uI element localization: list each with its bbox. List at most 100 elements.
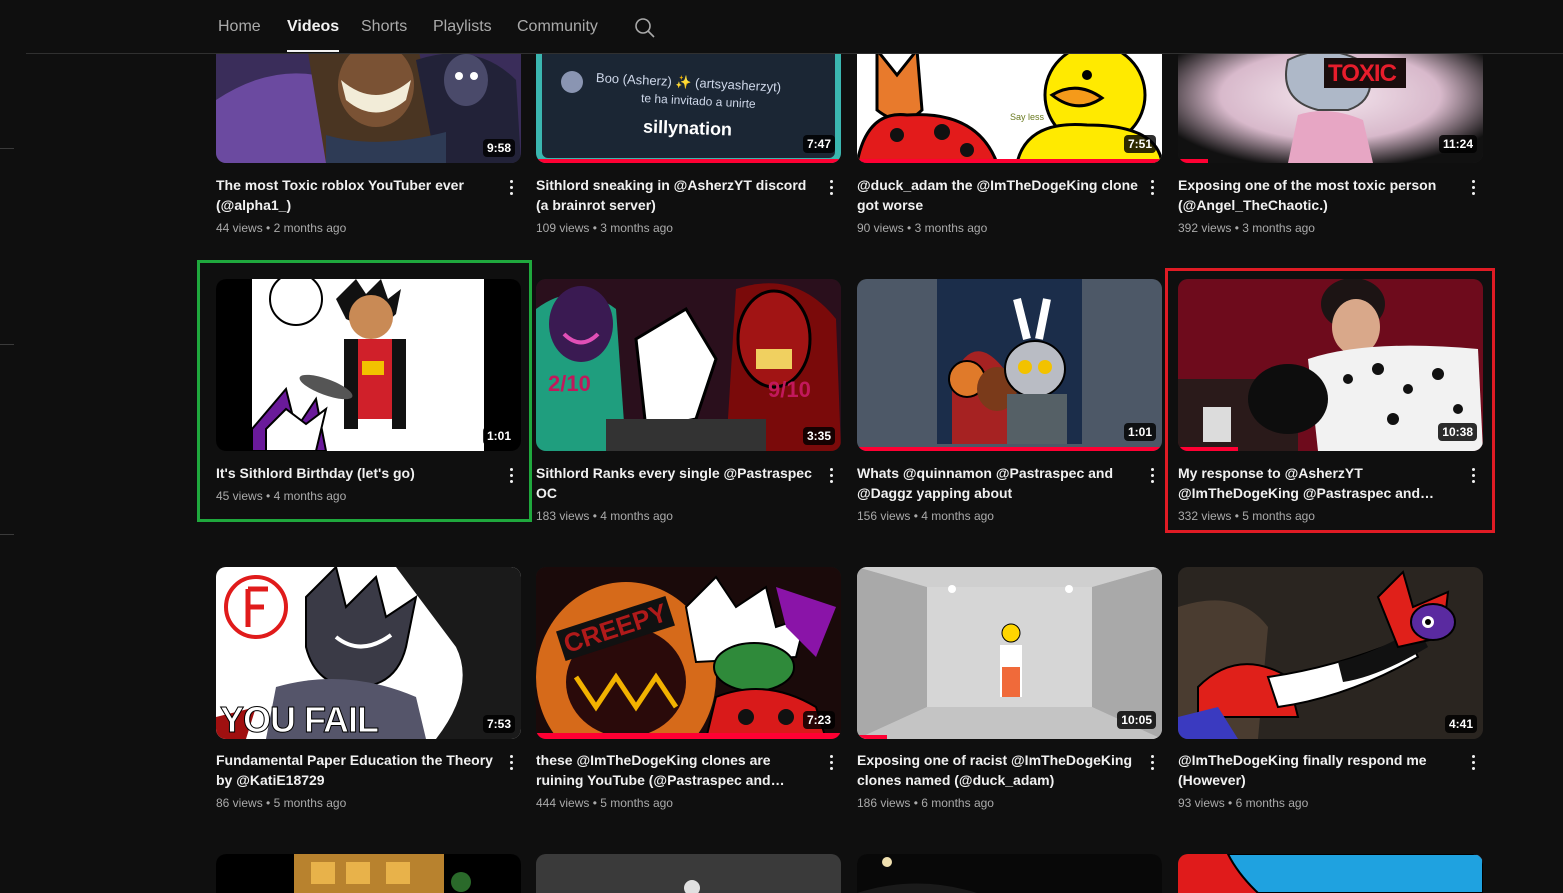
- upload-age: 4 months ago: [273, 489, 347, 503]
- more-actions-icon[interactable]: [1142, 750, 1162, 774]
- video-title[interactable]: Exposing one of racist @ImTheDogeKing cl…: [857, 750, 1139, 790]
- video-title[interactable]: @duck_adam the @ImTheDogeKing clone got …: [857, 175, 1139, 215]
- video-meta: Sithlord sneaking in @AsherzYT discord (…: [536, 175, 841, 235]
- upload-age: 4 months ago: [600, 509, 673, 523]
- thumb-caption: YOU FAIL: [219, 699, 379, 740]
- video-duration: 7:51: [1123, 135, 1156, 153]
- tab-community[interactable]: Community: [517, 18, 598, 36]
- more-actions-icon[interactable]: [501, 750, 521, 774]
- thumb-caption-right: 9/10: [768, 377, 811, 402]
- upload-age: 5 months ago: [600, 796, 673, 810]
- search-icon[interactable]: [634, 17, 656, 39]
- video-thumbnail[interactable]: 10:38: [1178, 279, 1483, 451]
- more-actions-icon[interactable]: [1463, 463, 1483, 487]
- video-thumbnail[interactable]: 10:05: [857, 567, 1162, 739]
- view-count: 183 views: [536, 509, 590, 523]
- video-stats: 44 views • 2 months ago: [216, 221, 347, 235]
- video-stats: 183 views • 4 months ago: [536, 509, 673, 523]
- video-thumbnail[interactable]: 9:58: [216, 40, 521, 163]
- watch-progress-bar: [1178, 447, 1238, 451]
- video-title[interactable]: The most Toxic roblox YouTuber ever (@al…: [216, 175, 498, 215]
- video-thumbnail[interactable]: [216, 854, 521, 893]
- video-stats: 444 views • 5 months ago: [536, 796, 673, 810]
- video-meta: Fundamental Paper Education the Theory b…: [216, 750, 521, 810]
- more-actions-icon[interactable]: [821, 463, 841, 487]
- channel-tabs: Home Videos Shorts Playlists Community: [26, 0, 1563, 54]
- video-title[interactable]: @ImTheDogeKing finally respond me (Howev…: [1178, 750, 1460, 790]
- view-count: 86 views: [216, 796, 263, 810]
- video-title[interactable]: Sithlord sneaking in @AsherzYT discord (…: [536, 175, 818, 215]
- view-count: 186 views: [857, 796, 911, 810]
- video-meta: Whats @quinnamon @Pastraspec and @Daggz …: [857, 463, 1162, 523]
- video-thumbnail[interactable]: TOXIC 11:24: [1178, 40, 1483, 163]
- more-actions-icon[interactable]: [821, 175, 841, 199]
- video-stats: 156 views • 4 months ago: [857, 509, 994, 523]
- video-duration: 7:53: [482, 715, 515, 733]
- video-stats: 45 views • 4 months ago: [216, 489, 347, 503]
- more-actions-icon[interactable]: [501, 463, 521, 487]
- tab-videos[interactable]: Videos: [287, 18, 340, 52]
- video-stats: 90 views • 3 months ago: [857, 221, 988, 235]
- upload-age: 6 months ago: [1235, 796, 1309, 810]
- video-duration: 9:58: [482, 139, 515, 157]
- more-actions-icon[interactable]: [501, 175, 521, 199]
- thumb-server-text: sillynation: [642, 116, 733, 140]
- more-actions-icon[interactable]: [1463, 750, 1483, 774]
- watch-progress-bar: [857, 735, 887, 739]
- video-stats: 109 views • 3 months ago: [536, 221, 673, 235]
- tab-playlists[interactable]: Playlists: [433, 18, 492, 36]
- upload-age: 5 months ago: [1242, 509, 1315, 523]
- video-meta: Exposing one of the most toxic person (@…: [1178, 175, 1483, 235]
- view-count: 109 views: [536, 221, 590, 235]
- video-thumbnail[interactable]: 2/10 9/10 3:35: [536, 279, 841, 451]
- video-title[interactable]: It's Sithlord Birthday (let's go): [216, 463, 498, 483]
- view-count: 93 views: [1178, 796, 1225, 810]
- more-actions-icon[interactable]: [1142, 463, 1162, 487]
- video-title[interactable]: Fundamental Paper Education the Theory b…: [216, 750, 498, 790]
- video-meta: @duck_adam the @ImTheDogeKing clone got …: [857, 175, 1162, 235]
- video-meta: It's Sithlord Birthday (let's go) 45 vie…: [216, 463, 521, 503]
- video-title[interactable]: Whats @quinnamon @Pastraspec and @Daggz …: [857, 463, 1139, 503]
- upload-age: 4 months ago: [921, 509, 994, 523]
- video-title[interactable]: Sithlord Ranks every single @Pastraspec …: [536, 463, 818, 503]
- view-count: 392 views: [1178, 221, 1232, 235]
- tab-home[interactable]: Home: [218, 18, 261, 36]
- video-thumbnail[interactable]: 1:01: [857, 279, 1162, 451]
- video-stats: 186 views • 6 months ago: [857, 796, 994, 810]
- upload-age: 6 months ago: [921, 796, 994, 810]
- video-stats: 392 views • 3 months ago: [1178, 221, 1315, 235]
- video-meta: My response to @AsherzYT @ImTheDogeKing …: [1178, 463, 1483, 523]
- more-actions-icon[interactable]: [1463, 175, 1483, 199]
- video-thumbnail[interactable]: [857, 854, 1162, 893]
- view-count: 44 views: [216, 221, 263, 235]
- more-actions-icon[interactable]: [821, 750, 841, 774]
- video-title[interactable]: Exposing one of the most toxic person (@…: [1178, 175, 1460, 215]
- view-count: 90 views: [857, 221, 904, 235]
- tab-shorts[interactable]: Shorts: [361, 18, 407, 36]
- video-thumbnail[interactable]: YOU FAIL 7:53: [216, 567, 521, 739]
- video-duration: 4:41: [1444, 715, 1477, 733]
- video-duration: 11:24: [1438, 135, 1477, 153]
- thumb-caption-left: 2/10: [548, 371, 591, 396]
- thumb-caption: TOXIC: [1328, 60, 1397, 87]
- video-title[interactable]: these @ImTheDogeKing clones are ruining …: [536, 750, 818, 790]
- video-thumbnail[interactable]: [536, 854, 841, 893]
- video-duration: 7:23: [802, 711, 835, 729]
- video-thumbnail[interactable]: Say less 7:51: [857, 40, 1162, 163]
- video-thumbnail[interactable]: 4:41: [1178, 567, 1483, 739]
- more-actions-icon[interactable]: [1142, 175, 1162, 199]
- watch-progress-bar: [536, 159, 841, 163]
- view-count: 444 views: [536, 796, 590, 810]
- video-thumbnail[interactable]: [1178, 854, 1483, 893]
- upload-age: 3 months ago: [914, 221, 988, 235]
- video-duration: 1:01: [1123, 423, 1156, 441]
- video-meta: @ImTheDogeKing finally respond me (Howev…: [1178, 750, 1483, 810]
- video-thumbnail[interactable]: 1:01: [216, 279, 521, 451]
- video-thumbnail[interactable]: Boo (Asherz) ✨ (artsyasherzyt) te ha inv…: [536, 40, 841, 163]
- video-duration: 3:35: [802, 427, 835, 445]
- watch-progress-bar: [857, 447, 1162, 451]
- watch-progress-bar: [857, 159, 1162, 163]
- video-stats: 93 views • 6 months ago: [1178, 796, 1309, 810]
- video-thumbnail[interactable]: CREEPY 7:23: [536, 567, 841, 739]
- video-title[interactable]: My response to @AsherzYT @ImTheDogeKing …: [1178, 463, 1460, 503]
